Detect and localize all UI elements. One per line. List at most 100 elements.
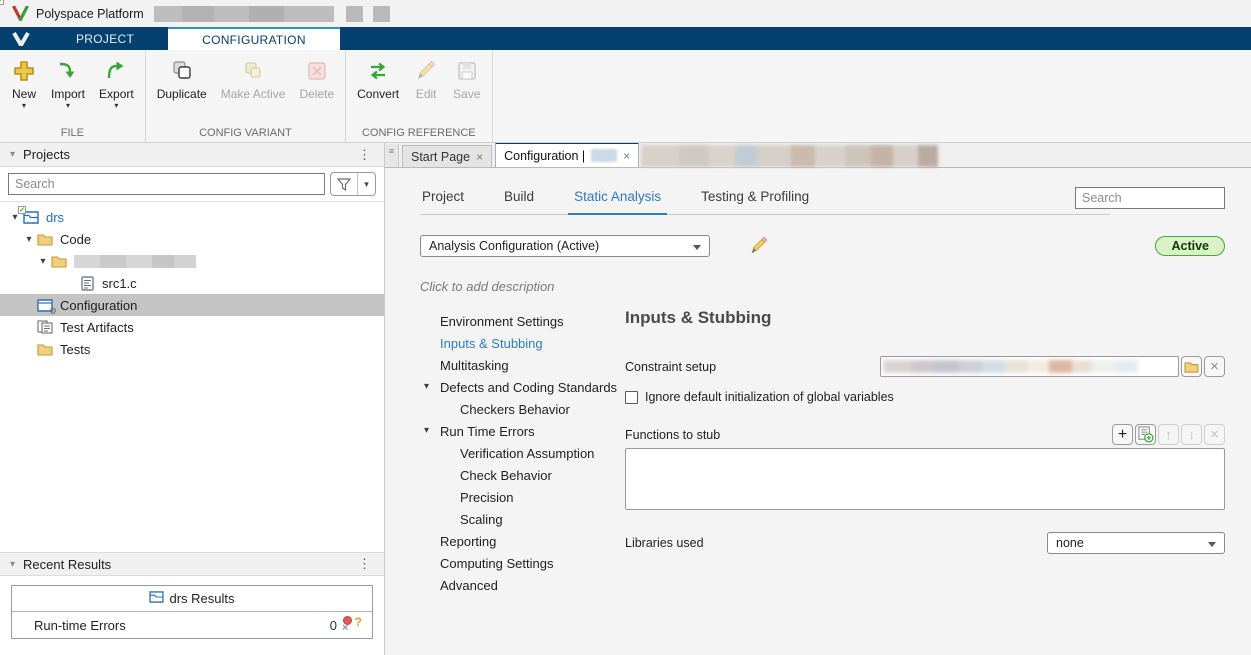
close-icon[interactable]: ×	[476, 150, 483, 164]
import-label: Import	[51, 87, 85, 101]
move-down-button: ↓	[1181, 424, 1202, 445]
results-table-header[interactable]: ✓ drs Results	[12, 586, 372, 612]
nav-inputs-stubbing[interactable]: Inputs & Stubbing	[420, 332, 625, 354]
nav-advanced[interactable]: Advanced	[420, 574, 625, 596]
save-label: Save	[453, 87, 480, 101]
tab-build[interactable]: Build	[502, 185, 536, 214]
kebab-menu-icon[interactable]: ⋮	[355, 556, 374, 572]
config-tab-row: Project Build Static Analysis Testing & …	[420, 185, 1225, 215]
ignore-init-label: Ignore default initialization of global …	[645, 390, 894, 404]
libraries-used-label: Libraries used	[625, 536, 704, 550]
nav-multitasking[interactable]: Multitasking	[420, 354, 625, 376]
add-row-button[interactable]: +	[1112, 424, 1133, 445]
chevron-down-icon[interactable]: ▾	[424, 381, 429, 392]
duplicate-button[interactable]: Duplicate	[152, 56, 212, 103]
ribbon-group-config-reference: Convert Edit Save CONFIG REFERENCE	[346, 50, 492, 142]
tree-label: Test Artifacts	[60, 320, 134, 335]
tree-item-redacted-folder[interactable]: ▾	[0, 250, 384, 272]
tab-testing-profiling[interactable]: Testing & Profiling	[699, 185, 811, 214]
recent-results-area: ✓ drs Results Run-time Errors 0 × ?	[0, 576, 384, 655]
polyspace-logo-icon	[12, 6, 29, 21]
edit-label: Edit	[416, 87, 437, 101]
polyspace-window: Polyspace Platform PROJECT CONFIGURATION…	[0, 0, 1251, 655]
tree-item-src1[interactable]: src1.c	[0, 272, 384, 294]
make-active-button: Make Active	[216, 56, 291, 103]
ribbon-tab-project[interactable]: PROJECT	[42, 27, 168, 50]
chevron-down-icon[interactable]: ▾	[36, 256, 50, 267]
add-from-list-button[interactable]	[1135, 424, 1156, 445]
collapse-arrow-icon[interactable]: ▾	[10, 149, 15, 160]
nav-scaling[interactable]: Scaling	[420, 508, 625, 530]
export-arrow-icon	[103, 58, 129, 84]
tab-project[interactable]: Project	[420, 185, 466, 214]
ignore-init-checkbox-row[interactable]: Ignore default initialization of global …	[625, 390, 1225, 404]
ribbon-tab-configuration[interactable]: CONFIGURATION	[168, 27, 340, 50]
results-table: ✓ drs Results Run-time Errors 0 × ?	[11, 585, 373, 639]
configuration-icon: ⚙	[36, 297, 54, 313]
kebab-menu-icon[interactable]: ⋮	[355, 147, 374, 163]
analysis-configuration-select[interactable]: Analysis Configuration (Active)	[420, 235, 710, 257]
new-button[interactable]: New ▾	[6, 56, 42, 111]
tree-item-tests[interactable]: Tests	[0, 338, 384, 360]
convert-arrows-icon	[365, 58, 391, 84]
ribbon-group-file: New ▾ Import ▾ Export ▾	[0, 50, 146, 142]
project-icon: ✓	[22, 209, 40, 225]
tree-label: Configuration	[60, 298, 137, 313]
chevron-down-icon: ▾	[114, 103, 118, 109]
tab-static-analysis[interactable]: Static Analysis	[572, 185, 663, 214]
test-artifacts-icon	[36, 319, 54, 335]
redacted-title-block	[373, 6, 390, 22]
import-button[interactable]: Import ▾	[46, 56, 90, 111]
collapse-arrow-icon[interactable]: ▾	[10, 559, 15, 570]
nav-run-time-errors[interactable]: ▾Run Time Errors	[420, 420, 625, 442]
nav-verification-assumption[interactable]: Verification Assumption	[420, 442, 625, 464]
redacted-title-text	[154, 6, 334, 22]
close-icon[interactable]: ×	[623, 149, 630, 163]
delete-icon	[304, 58, 330, 84]
nav-defects-coding-standards[interactable]: ▾Defects and Coding Standards	[420, 376, 625, 398]
nav-environment-settings[interactable]: Environment Settings	[420, 310, 625, 332]
browse-folder-button[interactable]	[1181, 356, 1202, 377]
tree-item-test-artifacts[interactable]: Test Artifacts	[0, 316, 384, 338]
c-file-icon	[78, 275, 96, 291]
variant-row: Analysis Configuration (Active) Active	[420, 235, 1225, 257]
nav-checkers-behavior[interactable]: Checkers Behavior	[420, 398, 625, 420]
save-floppy-icon	[454, 58, 480, 84]
nav-precision[interactable]: Precision	[420, 486, 625, 508]
tree-item-drs[interactable]: ▾ ✓ drs	[0, 206, 384, 228]
export-button[interactable]: Export ▾	[94, 56, 139, 111]
tab-start-page[interactable]: Start Page ×	[402, 145, 492, 167]
filter-funnel-icon[interactable]	[331, 173, 357, 195]
title-bar: Polyspace Platform	[0, 0, 1251, 27]
chevron-down-icon[interactable]: ▾	[357, 173, 375, 195]
clear-constraint-button[interactable]: ×	[1204, 356, 1225, 377]
functions-to-stub-list[interactable]	[625, 448, 1225, 510]
nav-computing-settings[interactable]: Computing Settings	[420, 552, 625, 574]
convert-button[interactable]: Convert	[352, 56, 404, 103]
edit-pencil-icon[interactable]	[748, 235, 770, 257]
description-placeholder[interactable]: Click to add description	[420, 279, 1225, 294]
redacted-tab-text	[591, 149, 617, 162]
tab-configuration[interactable]: Configuration | ×	[495, 143, 639, 167]
tree-label: Tests	[60, 342, 90, 357]
chevron-down-icon[interactable]: ▾	[424, 425, 429, 436]
projects-search-input[interactable]	[8, 173, 325, 195]
tree-label: src1.c	[102, 276, 137, 291]
chevron-down-icon[interactable]: ▾	[22, 234, 36, 245]
project-icon: ✓	[149, 591, 164, 606]
constraint-setup-row: Constraint setup	[625, 356, 1225, 377]
splitter-handle-icon[interactable]: ≡	[385, 144, 399, 167]
config-search-input[interactable]	[1075, 187, 1225, 209]
nav-reporting[interactable]: Reporting	[420, 530, 625, 552]
save-button: Save	[448, 56, 485, 103]
constraint-setup-input[interactable]	[880, 356, 1179, 377]
checkbox-unchecked[interactable]	[625, 391, 638, 404]
nav-check-behavior[interactable]: Check Behavior	[420, 464, 625, 486]
libraries-used-select[interactable]: none	[1047, 532, 1225, 554]
results-row-runtime-errors[interactable]: Run-time Errors 0 × ?	[12, 612, 372, 638]
tree-item-code[interactable]: ▾ Code	[0, 228, 384, 250]
tree-item-configuration[interactable]: ⚙ Configuration	[0, 294, 384, 316]
projects-panel-title: Projects	[23, 147, 70, 162]
ribbon-group-file-label: FILE	[0, 126, 145, 142]
gear-icon: ⚙	[49, 307, 57, 316]
